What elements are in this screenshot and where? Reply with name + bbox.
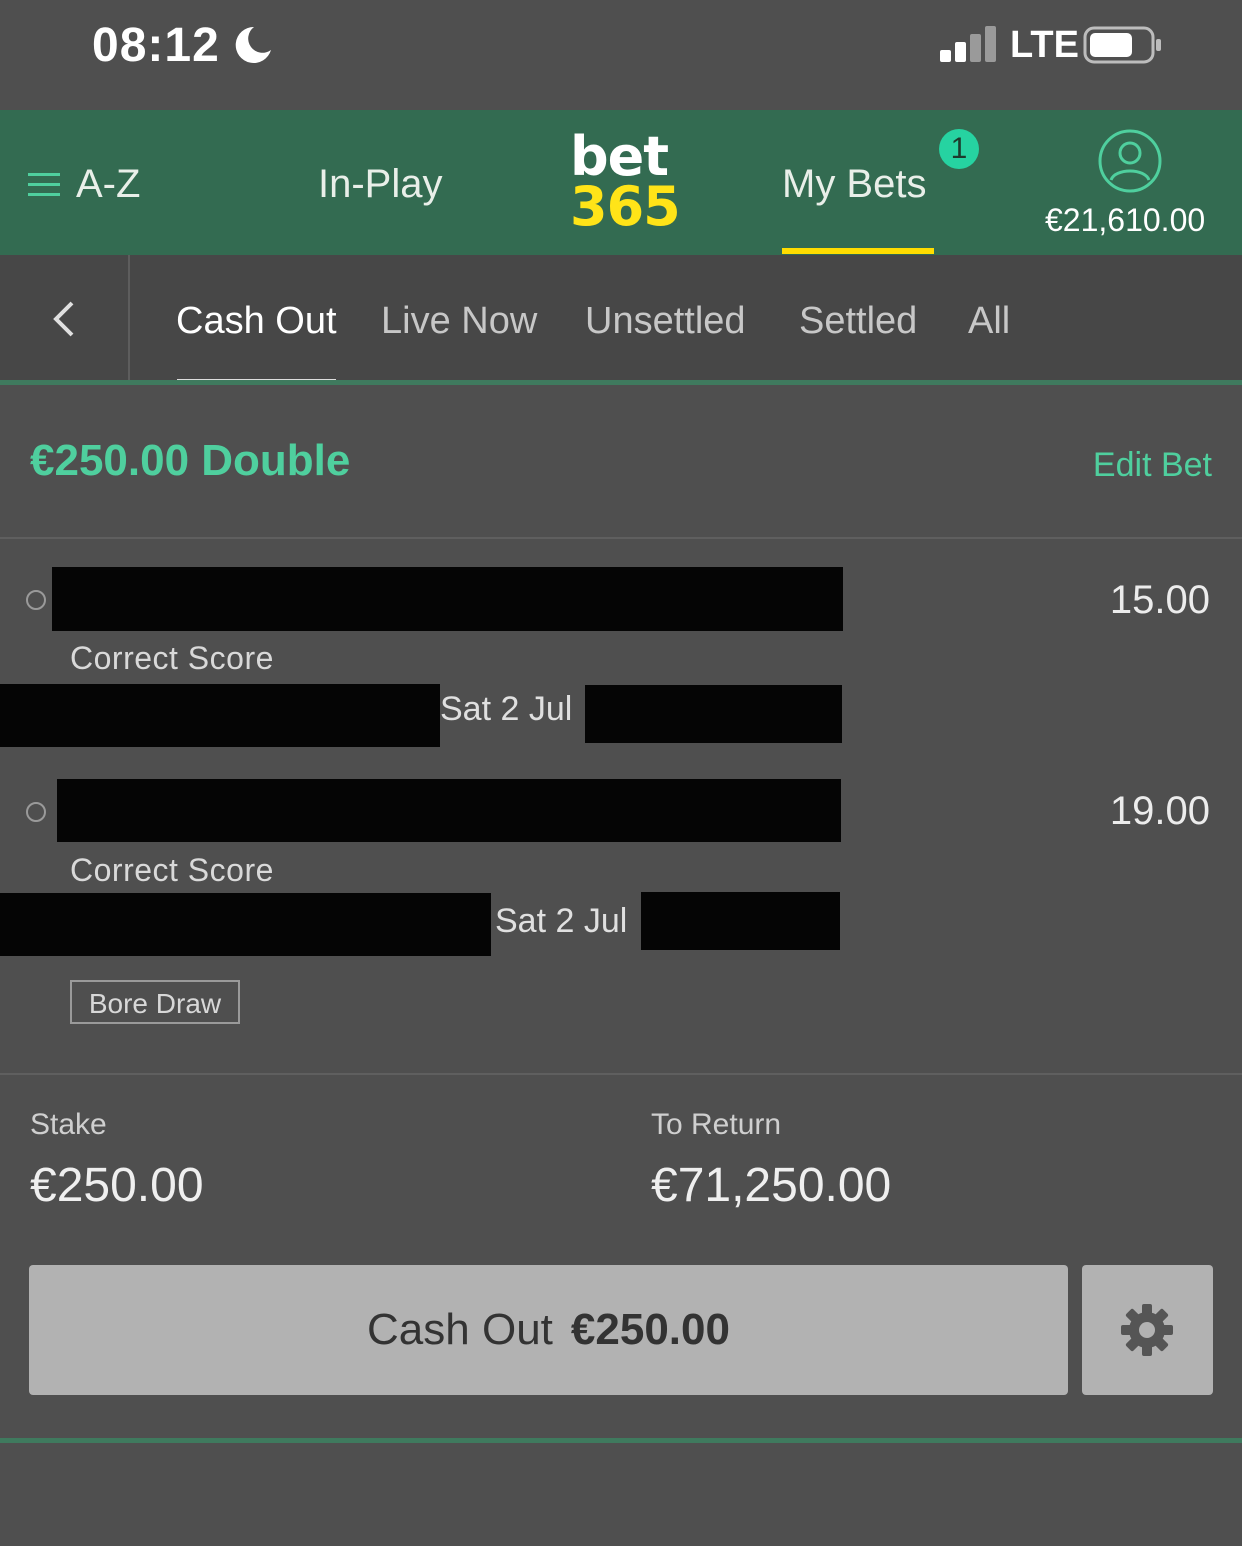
redacted-fixture-time (641, 892, 840, 950)
mybets-link[interactable]: My Bets (782, 162, 926, 207)
cash-out-amount: €250.00 (570, 1305, 730, 1354)
selection-date: Sat 2 Jul (495, 902, 628, 940)
selection-market: Correct Score (70, 640, 274, 676)
divider (0, 1073, 1242, 1075)
logo-text-365: 365 (570, 174, 681, 238)
redacted-fixture-name (0, 893, 491, 956)
bore-draw-tag: Bore Draw (70, 980, 240, 1024)
back-button[interactable] (0, 255, 130, 383)
edit-bet-link[interactable]: Edit Bet (1093, 446, 1212, 485)
mybets-tabs: Cash Out Live Now Unsettled Settled All (0, 255, 1242, 384)
network-label: LTE (1010, 24, 1079, 66)
mybets-active-indicator (782, 248, 934, 254)
selection-market: Correct Score (70, 852, 274, 888)
hamburger-icon (28, 172, 60, 196)
tab-live-now[interactable]: Live Now (381, 300, 537, 343)
subnav-divider (0, 380, 1242, 385)
tab-settled[interactable]: Settled (799, 300, 917, 343)
selection-status-icon (26, 802, 46, 822)
cash-out-settings-button[interactable] (1082, 1265, 1213, 1395)
redacted-fixture-time (585, 685, 842, 743)
redacted-selection-name (52, 567, 843, 631)
tab-all[interactable]: All (968, 300, 1010, 343)
mybets-count-badge: 1 (939, 129, 979, 169)
cash-out-label: Cash Out (367, 1305, 553, 1354)
divider (0, 537, 1242, 539)
battery-icon (1083, 26, 1161, 64)
tab-unsettled[interactable]: Unsettled (585, 300, 746, 343)
selection-status-icon (26, 590, 46, 610)
account-icon[interactable] (1097, 128, 1163, 194)
tab-cash-out[interactable]: Cash Out (176, 300, 337, 343)
moon-icon (235, 26, 271, 63)
selection-odds: 19.00 (1109, 789, 1210, 833)
redacted-selection-name (57, 779, 841, 842)
to-return-label: To Return (651, 1108, 782, 1141)
stake-value: €250.00 (30, 1159, 204, 1212)
top-navigation: A-Z In-Play bet 365 My Bets 1 €21,610.00 (0, 110, 1242, 255)
status-time: 08:12 (92, 19, 220, 72)
bet-title: €250.00 Double (30, 436, 351, 485)
gear-icon (1121, 1304, 1173, 1356)
signal-icon (940, 26, 996, 62)
az-label: A-Z (76, 162, 141, 206)
to-return-value: €71,250.00 (651, 1159, 892, 1212)
redacted-fixture-name (0, 684, 440, 747)
bet365-logo[interactable]: bet 365 (570, 130, 681, 238)
cash-out-button[interactable]: Cash Out €250.00 (29, 1265, 1068, 1395)
stake-label: Stake (30, 1108, 107, 1141)
selection-date: Sat 2 Jul (440, 690, 573, 728)
account-balance[interactable]: €21,610.00 (1045, 202, 1205, 239)
status-bar: 08:12 LTE (0, 0, 1242, 110)
az-menu-button[interactable]: A-Z (28, 162, 140, 207)
inplay-link[interactable]: In-Play (318, 162, 443, 207)
selection-odds: 15.00 (1109, 578, 1210, 622)
bottom-divider (0, 1438, 1242, 1443)
chevron-left-icon (53, 301, 74, 337)
